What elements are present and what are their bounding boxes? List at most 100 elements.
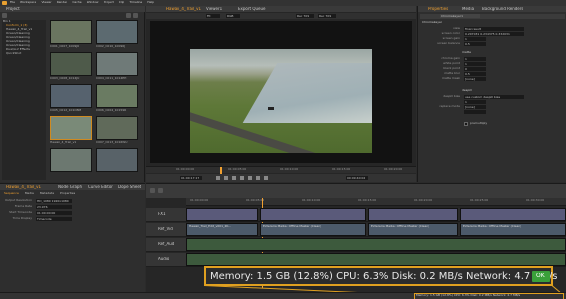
stop-icon[interactable] <box>240 176 244 180</box>
menu-help[interactable]: Help <box>147 1 154 4</box>
clip-thumbnail[interactable] <box>96 84 138 108</box>
clip-thumbnail[interactable] <box>50 84 92 108</box>
audio-clip[interactable] <box>186 238 566 251</box>
menu-workspace[interactable]: Workspace <box>20 1 36 4</box>
tab-sequence[interactable]: Hawaii_4_Trail_v1 <box>6 185 41 189</box>
track-header[interactable]: FX1 <box>146 208 186 222</box>
razor-tool-icon[interactable] <box>158 188 163 193</box>
video-clip[interactable] <box>260 208 366 221</box>
go-to-end-icon[interactable] <box>264 176 268 180</box>
property-value[interactable]: 1 <box>464 57 486 61</box>
video-clip[interactable] <box>460 208 566 221</box>
video-clip[interactable]: Exteraria Maiba: Offline Master (Clean) <box>460 223 566 236</box>
tab-viewer1[interactable]: Viewer1 <box>206 7 222 11</box>
menu-cache[interactable]: Cache <box>72 1 81 4</box>
node-name[interactable]: Chromakeyer1 <box>440 14 480 18</box>
clip-thumbnail[interactable] <box>50 148 92 172</box>
sequence-setting-value[interactable]: Timecode <box>36 217 72 221</box>
property-value[interactable]: 0.5 <box>464 42 486 46</box>
tab-project[interactable]: Project <box>6 7 20 11</box>
select-tool-icon[interactable] <box>150 188 155 193</box>
display-select[interactable]: Rec 709 <box>318 14 336 18</box>
tab-curve-editor[interactable]: Curve Editor <box>88 185 113 189</box>
track-lane[interactable]: Hawaii_Trail_Edit_v001_2K... Exteraria Ma… <box>186 223 566 237</box>
property-value[interactable]: final result <box>464 27 524 31</box>
viewer-playhead[interactable] <box>220 167 222 174</box>
menu-timeline[interactable]: Timeline <box>129 1 142 4</box>
sequence-setting-value[interactable]: 23.976 <box>36 205 72 209</box>
track-lane[interactable] <box>186 238 566 252</box>
clip-thumbnail[interactable] <box>50 52 92 76</box>
viewport[interactable] <box>150 21 412 163</box>
track-header[interactable]: Ref_Vid <box>146 223 186 237</box>
video-clip[interactable]: Exteraria Maiba: Offline Master (Clean) <box>260 223 366 236</box>
clip-thumbnail[interactable] <box>50 20 92 44</box>
menu-file[interactable]: File <box>10 1 15 4</box>
grid-view-icon[interactable] <box>126 13 131 18</box>
property-label: view <box>453 27 460 30</box>
video-clip[interactable]: Hawaii_Trail_Edit_v001_2K... <box>186 223 258 236</box>
step-back-icon[interactable] <box>224 176 228 180</box>
menu-viewer[interactable]: Viewer <box>41 1 51 4</box>
tab-export-queue[interactable]: Export Queue <box>238 7 266 11</box>
menu-window[interactable]: Window <box>87 1 99 4</box>
video-clip[interactable] <box>186 208 258 221</box>
video-clip[interactable]: Exteraria Maiba: Offline Master (Clean) <box>368 223 458 236</box>
subtab-media[interactable]: Media <box>25 192 34 195</box>
section-chromakeyer[interactable]: Chromakeyer <box>422 21 442 24</box>
clip-thumbnail[interactable] <box>96 116 138 140</box>
sequence-setting-label: Start Timecode <box>9 211 32 214</box>
search-icon[interactable] <box>2 13 7 18</box>
colorspace-select[interactable]: Rec 709 <box>296 14 314 18</box>
clip-thumbnail[interactable] <box>96 52 138 76</box>
track-lane[interactable] <box>186 253 566 267</box>
tab-properties[interactable]: Properties <box>428 7 448 11</box>
property-value[interactable]: 0.5 <box>464 72 486 76</box>
sequence-setting-value[interactable]: 01:00:00:00 <box>36 211 72 215</box>
step-forward-icon[interactable] <box>256 176 260 180</box>
tab-media[interactable]: Media <box>462 7 474 11</box>
clip-thumbnail[interactable] <box>50 116 92 140</box>
bin-item[interactable]: QuickShot <box>2 52 46 56</box>
menu-render[interactable]: Render <box>57 1 68 4</box>
property-value[interactable]: [none] <box>464 77 486 81</box>
property-value[interactable]: 0 <box>464 67 486 71</box>
property-value[interactable]: 0.207031 0.234375 0.332031 <box>464 32 524 36</box>
clip-thumbnail[interactable] <box>96 148 138 172</box>
channel-select[interactable]: RGB <box>226 14 240 18</box>
sequence-setting-value[interactable]: HD_1080 1920x1080 <box>36 199 72 203</box>
clip-thumbnail[interactable] <box>96 20 138 44</box>
premultiply-checkbox[interactable] <box>464 122 468 126</box>
menu-project[interactable]: Project <box>104 1 114 4</box>
property-value[interactable] <box>464 110 486 114</box>
property-value[interactable]: use custom despill bias <box>464 95 524 99</box>
clip-thumbnail-label: C002_C010_10096J <box>96 45 126 48</box>
audio-clip[interactable] <box>186 253 566 266</box>
tab-node-graph[interactable]: Node Graph <box>58 185 82 189</box>
property-value[interactable]: [none] <box>464 105 486 109</box>
tab-background-renders[interactable]: Background Renders <box>482 7 523 11</box>
subtab-sequence[interactable]: Sequence <box>4 192 19 195</box>
property-value[interactable]: 1 <box>464 62 486 66</box>
property-value[interactable]: 1 <box>464 100 486 104</box>
go-to-start-icon[interactable] <box>216 176 220 180</box>
zoom-select[interactable]: Fit <box>206 14 220 18</box>
list-view-icon[interactable] <box>133 13 138 18</box>
subtab-properties[interactable]: Properties <box>60 192 75 195</box>
current-timecode[interactable]: 01:00:17:17 <box>180 176 202 180</box>
tab-sequence-viewer[interactable]: Hawaii_4_Trail_v1 <box>166 7 201 11</box>
track-header[interactable]: Audio <box>146 253 186 267</box>
play-reverse-icon[interactable] <box>232 176 236 180</box>
viewer-ruler[interactable]: 01:00:00:00 01:00:05:00 01:00:10:00 01:00:1… <box>146 166 416 174</box>
menu-clip[interactable]: Clip <box>119 1 125 4</box>
property-value[interactable]: 1 <box>464 37 486 41</box>
tab-dope-sheet[interactable]: Dope Sheet <box>118 185 141 189</box>
subtab-metadata[interactable]: Metadata <box>40 192 54 195</box>
node-header: Chromakeyer1 <box>420 14 565 19</box>
track-lane[interactable] <box>186 208 566 222</box>
car <box>268 107 274 110</box>
track-header[interactable]: Ref_Aud <box>146 238 186 252</box>
play-icon[interactable] <box>248 176 252 180</box>
video-clip[interactable] <box>368 208 458 221</box>
timeline-ruler[interactable]: 01:00:00:00 01:00:05:00 01:00:10:00 01:00:1… <box>186 198 566 206</box>
